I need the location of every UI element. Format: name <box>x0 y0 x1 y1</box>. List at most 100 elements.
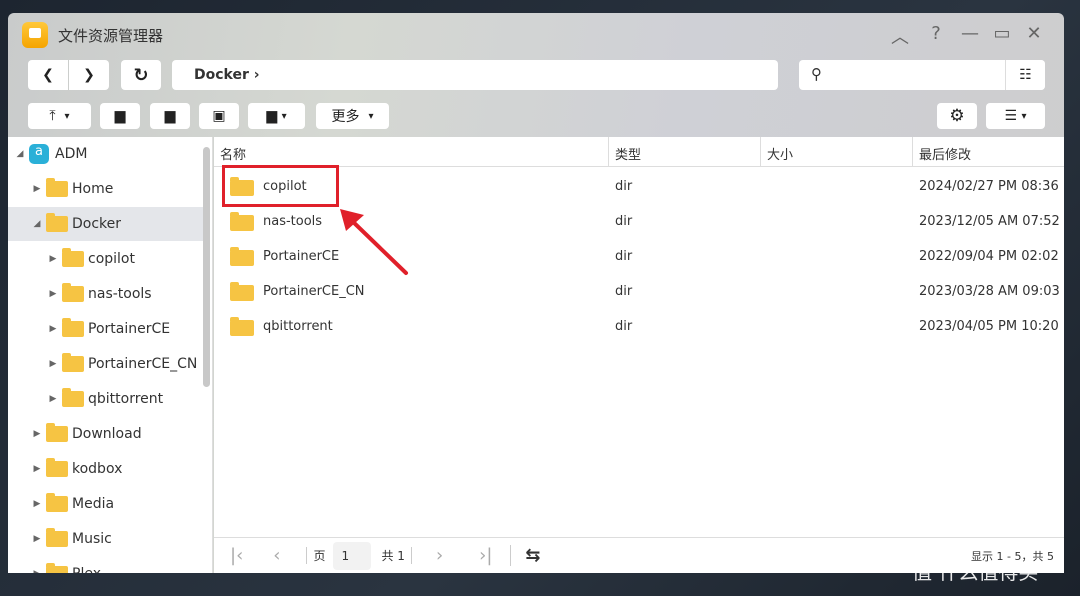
folder-icon <box>62 388 84 407</box>
breadcrumb-docker[interactable]: Docker <box>194 67 249 83</box>
table-row[interactable]: PortainerCE_CN dir 2023/03/28 AM 09:03 <box>214 274 1064 309</box>
tree-label: Media <box>72 496 115 512</box>
column-size[interactable]: 大小 <box>761 137 913 167</box>
tree-item[interactable]: ◢ Docker <box>8 207 203 241</box>
search-icon: ⚲ <box>811 65 822 83</box>
expand-arrow-icon[interactable]: ▶ <box>46 394 60 404</box>
tree-item[interactable]: ▶ Plex <box>8 557 203 573</box>
upload-button[interactable]: ⤒ ▾ <box>28 103 91 129</box>
folder-icon <box>62 353 84 372</box>
address-bar[interactable]: Docker › <box>172 60 778 90</box>
prev-page-icon[interactable]: ‹ <box>273 545 280 566</box>
advanced-search-button[interactable]: ☷ <box>1005 60 1045 90</box>
back-button[interactable]: ❮ <box>28 60 68 90</box>
last-page-icon[interactable]: ›| <box>479 545 512 566</box>
tree-item[interactable]: ▶ Media <box>8 487 203 521</box>
expand-arrow-icon[interactable]: ▶ <box>46 324 60 334</box>
folder-icon <box>46 493 68 512</box>
file-name: PortainerCE <box>263 249 340 264</box>
refresh-button[interactable]: ↻ <box>121 60 161 90</box>
tree-item[interactable]: ▶ PortainerCE <box>8 312 203 346</box>
tree-item[interactable]: ▶ Music <box>8 522 203 556</box>
expand-arrow-icon[interactable]: ▶ <box>30 499 44 509</box>
expand-arrow-icon[interactable]: ▶ <box>30 569 44 573</box>
folder-icon <box>230 212 254 231</box>
mount-button[interactable]: ▆ ▾ <box>248 103 305 129</box>
table-row[interactable]: qbittorrent dir 2023/04/05 PM 10:20 <box>214 309 1064 344</box>
expand-arrow-icon[interactable]: ▶ <box>46 254 60 264</box>
new-folder-button[interactable]: ▆ <box>100 103 140 129</box>
total-pages: 共 1 <box>381 547 412 564</box>
tree-item[interactable]: ▶ Home <box>8 172 203 206</box>
column-type[interactable]: 类型 <box>609 137 761 167</box>
tree-item[interactable]: ▶ copilot <box>8 242 203 276</box>
tree-label: Download <box>72 426 142 442</box>
expanded-arrow-icon[interactable]: ◢ <box>13 149 27 159</box>
folder-tree: ◢ a ADM ▶ Home ◢ Docker ▶ copilot ▶ nas-tools ▶ P… <box>8 137 213 573</box>
next-page-icon[interactable]: › <box>436 545 443 566</box>
reload-icon[interactable]: ⇆ <box>525 545 540 566</box>
select-all-icon: ▣ <box>212 108 226 124</box>
tree-item[interactable]: ▶ PortainerCE_CN <box>8 347 203 381</box>
network-folder-icon: ▆ <box>266 108 278 124</box>
list-view-icon: ☰ <box>1004 108 1018 124</box>
more-button[interactable]: 更多 ▾ <box>316 103 389 129</box>
settings-button[interactable]: ⚙ <box>937 103 977 129</box>
tree-root-adm[interactable]: ◢ a ADM <box>13 137 208 171</box>
tree-label: qbittorrent <box>88 391 164 407</box>
select-all-button[interactable]: ▣ <box>199 103 239 129</box>
tree-item[interactable]: ▶ qbittorrent <box>8 382 203 416</box>
maximize-icon[interactable]: ▭ <box>990 23 1014 44</box>
tree-label: PortainerCE <box>88 321 171 337</box>
expand-arrow-icon[interactable]: ▶ <box>30 534 44 544</box>
move-folder-button[interactable]: ▆ <box>150 103 190 129</box>
tree-item[interactable]: ▶ kodbox <box>8 452 203 486</box>
folder-icon <box>46 528 68 547</box>
tree-label: PortainerCE_CN <box>88 356 198 372</box>
tree-item[interactable]: ▶ Download <box>8 417 203 451</box>
expand-arrow-icon[interactable]: ▶ <box>46 359 60 369</box>
folder-icon <box>62 283 84 302</box>
file-modified: 2023/04/05 PM 10:20 <box>919 319 1059 334</box>
new-folder-icon: ▆ <box>114 108 126 124</box>
expand-arrow-icon[interactable]: ▶ <box>46 289 60 299</box>
expand-arrow-icon[interactable]: ▶ <box>30 184 44 194</box>
tree-label: Music <box>72 531 112 547</box>
expand-arrow-icon[interactable]: ▶ <box>30 429 44 439</box>
close-icon[interactable]: ✕ <box>1022 23 1046 44</box>
help-icon[interactable]: ? <box>924 23 948 44</box>
upload-icon: ⤒ <box>49 108 56 124</box>
forward-button[interactable]: ❯ <box>69 60 109 90</box>
expand-arrow-icon[interactable]: ▶ <box>30 464 44 474</box>
tree-label: copilot <box>88 251 135 267</box>
file-type: dir <box>615 179 633 194</box>
folder-icon <box>230 247 254 266</box>
folder-icon <box>62 248 84 267</box>
file-type: dir <box>615 249 633 264</box>
column-modified[interactable]: 最后修改 <box>913 137 1064 167</box>
expanded-arrow-icon[interactable]: ◢ <box>30 219 44 229</box>
adm-icon: a <box>29 144 49 164</box>
file-type: dir <box>615 214 633 229</box>
watermark: 值 什么值得买 <box>912 560 1039 584</box>
folder-icon <box>46 458 68 477</box>
folder-move-icon: ▆ <box>164 108 176 124</box>
file-list: 名称 类型 大小 最后修改 copilot dir 2024/02/27 PM 08… <box>214 137 1064 537</box>
sidebar-scrollbar[interactable] <box>203 147 210 387</box>
column-name[interactable]: 名称 <box>214 137 609 167</box>
view-mode-button[interactable]: ☰ ▾ <box>986 103 1045 129</box>
app-icon <box>22 22 48 48</box>
page-input[interactable]: 1 <box>333 541 372 570</box>
gear-icon: ⚙ <box>949 106 965 126</box>
folder-icon <box>230 317 254 336</box>
table-row[interactable]: copilot dir 2024/02/27 PM 08:36 <box>214 169 1064 204</box>
collapse-icon[interactable]: ︿ <box>888 23 912 49</box>
first-page-icon[interactable]: |‹ <box>230 545 243 566</box>
minimize-icon[interactable]: — <box>958 23 982 44</box>
chevron-down-icon: ▾ <box>368 110 374 122</box>
file-name: qbittorrent <box>263 319 333 334</box>
tree-item[interactable]: ▶ nas-tools <box>8 277 203 311</box>
folder-icon <box>46 563 68 573</box>
tree-label: kodbox <box>72 461 123 477</box>
chevron-right-icon: › <box>253 67 260 83</box>
